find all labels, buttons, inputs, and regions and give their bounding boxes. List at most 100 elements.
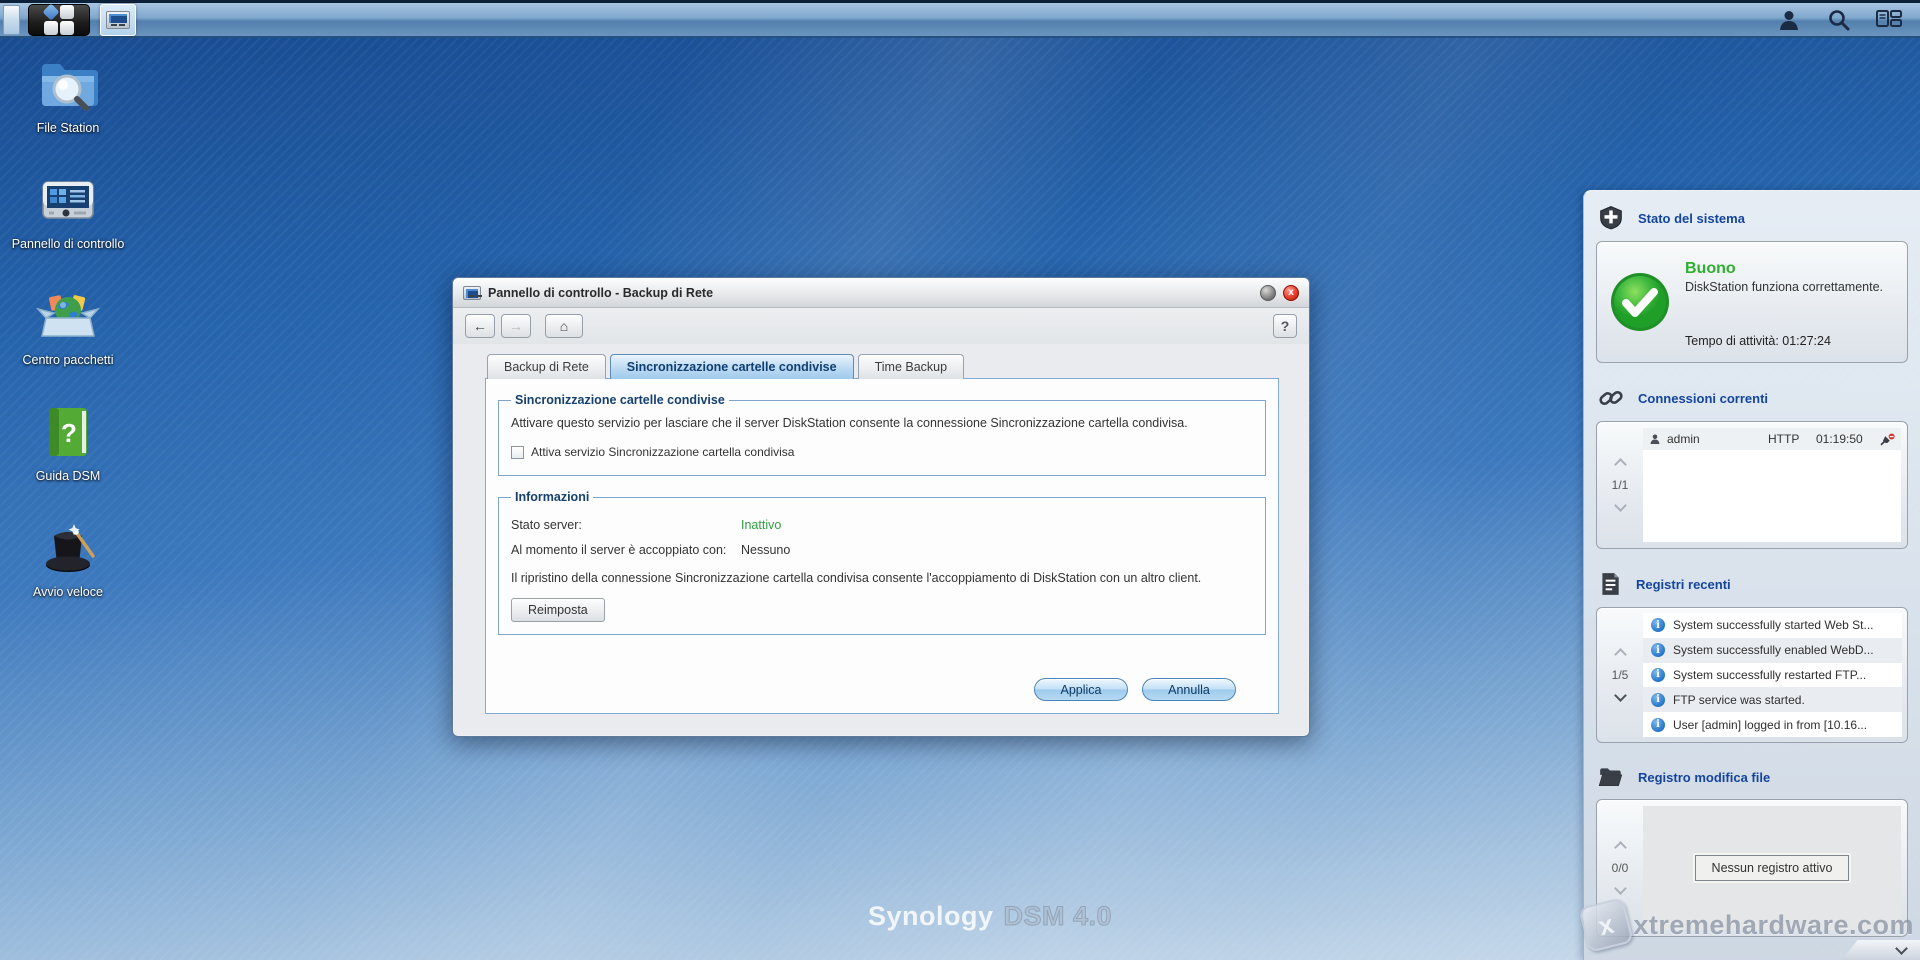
window-body: Backup di Rete Sincronizzazione cartelle… [453,344,1309,714]
window-toolbar: ← → ⌂ ? [453,308,1309,344]
taskbar [0,0,1920,38]
user-icon [1780,10,1798,30]
menu-square-icon [44,20,58,35]
forward-button[interactable]: → [501,314,531,338]
show-desktop-button[interactable] [3,4,20,35]
server-status-value: Inattivo [741,518,782,532]
desktop-icon-dsm-help[interactable]: ? Guida DSM [10,400,126,483]
server-status-label: Stato server: [511,518,582,532]
log-row[interactable]: i User [admin] logged in from [10.16... [1643,712,1902,737]
sync-description: Attivare questo servizio per lasciare ch… [511,416,1188,430]
synology-logo: Synology [868,901,994,931]
page-up-icon[interactable] [1613,458,1627,471]
info-legend: Informazioni [515,490,590,504]
log-list: i System successfully started Web St... … [1643,613,1902,737]
sync-fieldset: Sincronizzazione cartelle condivise Atti… [498,393,1266,476]
reset-button[interactable]: Reimposta [511,598,605,622]
user-menu-button[interactable] [1776,7,1802,33]
xtremehardware-text: xtremehardware.com [1633,909,1914,940]
menu-square-icon [60,4,74,19]
page-down-icon[interactable] [1613,499,1627,512]
desktop-icon-file-station[interactable]: File Station [10,52,126,135]
help-button[interactable]: ? [1273,314,1297,338]
close-button[interactable]: x [1283,284,1299,301]
control-panel-icon [42,181,94,219]
info-icon: i [1651,692,1665,707]
widget-panel: Stato del sistema Buono DiskStation funz… [1583,190,1920,960]
taskbar-item-control-panel[interactable] [100,3,136,36]
pilot-view-button[interactable] [1876,7,1902,33]
site-watermark: x xtremehardware.com [1578,897,1914,953]
desktop-icon-control-panel[interactable]: Pannello di controllo [10,168,126,251]
dsm-watermark: Synology DSM 4.0 [868,901,1112,932]
status-description: DiskStation funziona correttamente. [1685,280,1884,294]
desktop-icon-label: File Station [36,121,100,135]
connections-pager: 1/1 [1611,478,1629,492]
log-row[interactable]: i System successfully restarted FTP... [1643,662,1902,688]
connections-title: Connessioni correnti [1638,390,1769,406]
widgets-icon [1876,9,1902,27]
page-down-icon[interactable] [1613,689,1627,702]
log-text: System successfully enabled WebD... [1673,643,1874,658]
desktop-icon-label: Guida DSM [35,469,101,483]
connection-user: admin [1667,432,1700,446]
quick-start-icon [46,524,95,572]
desktop-icon-quick-start[interactable]: Avvio veloce [10,516,126,599]
user-icon [1650,434,1660,444]
info-icon: i [1651,717,1665,732]
logs-pager: 1/5 [1611,668,1629,682]
control-panel-icon [106,10,130,29]
page-up-icon[interactable] [1613,648,1627,661]
connection-row[interactable]: admin HTTP 01:19:50 [1643,428,1901,450]
minimize-button[interactable] [1260,284,1276,301]
status-badge: Buono [1685,260,1736,277]
connection-time: 01:19:50 [1816,432,1863,446]
info-icon: i [1651,618,1665,633]
desktop-icon-list: File Station Pannello di controllo Centr… [10,52,126,632]
paired-value: Nessuno [741,543,791,557]
search-button[interactable] [1826,7,1852,33]
system-health-widget: Buono DiskStation funziona correttamente… [1596,241,1908,363]
empty-log-message: Nessun registro attivo [1692,853,1852,883]
paired-label: Al momento il server è accoppiato con: [511,543,727,557]
main-menu-button[interactable] [28,2,90,36]
cancel-button[interactable]: Annulla [1142,678,1236,701]
log-text: FTP service was started. [1673,692,1805,707]
desktop-icon-package-center[interactable]: Centro pacchetti [10,284,126,367]
svg-text:?: ? [61,418,77,448]
page-down-icon[interactable] [1613,882,1627,895]
log-row[interactable]: i FTP service was started. [1643,687,1902,713]
status-good-icon [1611,273,1669,331]
recent-logs-title: Registri recenti [1636,576,1731,592]
connection-protocol: HTTP [1768,432,1800,446]
log-row[interactable]: i System successfully started Web St... [1643,613,1902,638]
log-text: System successfully restarted FTP... [1673,667,1867,682]
log-document-icon [1602,573,1619,595]
recent-logs-widget: 1/5 i System successfully started Web St… [1596,607,1908,743]
chain-link-icon [1599,390,1623,406]
file-log-pager: 0/0 [1611,861,1629,875]
desktop-icon-label: Avvio veloce [33,585,103,599]
home-button[interactable]: ⌂ [545,314,583,338]
enable-sync-label: Attiva servizio Sincronizzazione cartell… [531,445,795,459]
enable-sync-checkbox[interactable] [511,445,524,459]
tab-bar: Backup di Rete Sincronizzazione cartelle… [485,354,1279,379]
search-icon [1829,9,1850,30]
sync-legend: Sincronizzazione cartelle condivise [515,393,725,407]
connections-widget: 1/1 admin HTTP 01:19:50 [1596,421,1908,549]
log-text: User [admin] logged in from [10.16... [1673,717,1868,732]
page-up-icon[interactable] [1613,841,1627,854]
open-folder-icon [1598,768,1623,786]
apply-button[interactable]: Applica [1034,678,1128,701]
window-titlebar[interactable]: Pannello di controllo - Backup di Rete x [453,278,1309,308]
tab-content-panel: Sincronizzazione cartelle condivise Atti… [485,378,1279,714]
back-button[interactable]: ← [465,314,495,338]
window-title: Pannello di controllo - Backup di Rete [488,285,714,300]
tab-shared-folder-sync[interactable]: Sincronizzazione cartelle condivise [609,354,854,379]
disconnect-icon[interactable] [1880,433,1895,446]
log-row[interactable]: i System successfully enabled WebD... [1643,637,1902,663]
tab-time-backup[interactable]: Time Backup [857,354,965,379]
info-icon: i [1651,667,1665,682]
tab-network-backup[interactable]: Backup di Rete [487,354,606,379]
log-text: System successfully started Web St... [1673,618,1874,633]
